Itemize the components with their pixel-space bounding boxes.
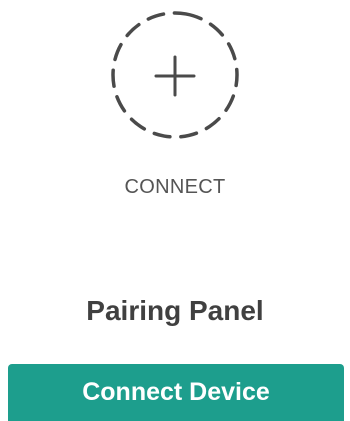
page-title: Pairing Panel bbox=[86, 295, 264, 326]
dashed-plus-circle-icon bbox=[111, 11, 239, 139]
connect-label: CONNECT bbox=[124, 176, 226, 198]
connect-target[interactable] bbox=[105, 5, 245, 145]
connect-device-button[interactable]: Connect Device bbox=[8, 364, 344, 421]
